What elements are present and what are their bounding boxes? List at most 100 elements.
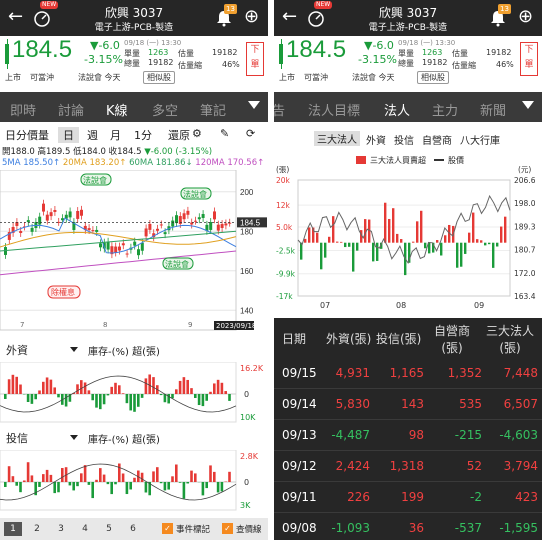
tab-menu-icon[interactable] [522, 101, 534, 109]
axis-top: 16.2K [240, 364, 264, 373]
header-bar: ← NEW 欣興 3037 電子上游-PCB-製造 13 ⊕ [0, 0, 268, 36]
legend-bar-swatch [356, 156, 366, 164]
tab-news[interactable]: 新聞 [480, 100, 506, 119]
subtab-dealer[interactable]: 自營商 [422, 132, 452, 147]
add-icon[interactable]: ⊕ [244, 6, 259, 27]
period-restore[interactable]: 還原 [168, 127, 190, 143]
institutional-chart[interactable]: 20k 12k 5.0k -2.5k -9.9k -17k 206.6 198.0 189.3 1… [274, 166, 542, 316]
kline-chart[interactable]: 200184.51801601407 8 9 2023/09/18法說會法說會法說會除… [0, 170, 268, 336]
period-month[interactable]: 月 [110, 127, 121, 143]
tag-event[interactable]: 法說會 今天 [352, 72, 395, 83]
flow-bar [64, 394, 68, 407]
date-tick: 07 [320, 301, 330, 310]
tab-bullbear[interactable]: 多空 [152, 100, 178, 119]
row-dealer: 1,352 [447, 366, 482, 380]
row-foreign: 2,424 [335, 459, 370, 473]
candle-body [49, 212, 53, 217]
net-buy-bar [424, 242, 427, 249]
page-5[interactable]: 5 [100, 522, 118, 536]
price-line-label: 查價線 [236, 525, 262, 535]
net-buy-bar [376, 242, 379, 261]
price-line-checkbox[interactable]: ✓ [222, 523, 233, 534]
tag-margin: 可當沖 [30, 73, 54, 82]
order-button[interactable]: 下單 [246, 42, 264, 76]
tag-event[interactable]: 法說會 今天 [78, 72, 121, 83]
right-unit: (元) [518, 166, 531, 174]
ohlc-pct: (-3.15%) [175, 147, 213, 157]
net-buy-bar [336, 241, 339, 243]
tab-realtime[interactable]: 即時 [10, 100, 36, 119]
similar-stock-button[interactable]: 相似股 [143, 71, 175, 84]
tab-menu-icon[interactable] [248, 101, 260, 109]
net-buy-bar [356, 242, 359, 251]
subtab-foreign[interactable]: 外資 [366, 132, 386, 147]
row-trust: 36 [408, 521, 424, 535]
tab-institutional[interactable]: 法人 [384, 100, 411, 126]
period-week[interactable]: 週 [87, 127, 98, 143]
subtab-three[interactable]: 三大法人 [314, 131, 360, 146]
candle-body [224, 223, 228, 226]
flow-bar [178, 482, 182, 483]
page-2[interactable]: 2 [28, 522, 46, 536]
flow-bar [194, 394, 197, 398]
flow-bar [152, 377, 155, 394]
add-icon[interactable]: ⊕ [518, 6, 533, 27]
chevron-down-icon[interactable] [70, 435, 78, 440]
flow-bar [125, 482, 129, 495]
flow-bar [57, 394, 60, 398]
right-axis-tick: 198.0 [514, 199, 536, 208]
similar-stock-button[interactable]: 相似股 [417, 71, 449, 84]
subtab-banks[interactable]: 八大行庫 [460, 132, 500, 147]
dividend-marker-label: 除權息 [51, 287, 75, 297]
flow-bar [91, 482, 94, 499]
page-3[interactable]: 3 [52, 522, 70, 536]
candle-body [91, 230, 95, 232]
page-6[interactable]: 6 [124, 522, 142, 536]
flow-bar [19, 482, 22, 493]
tab-main-force[interactable]: 主力 [432, 100, 458, 119]
total-vol: 19182 [422, 58, 448, 67]
tab-discussion[interactable]: 討論 [58, 100, 84, 119]
period-days-vol[interactable]: 日分價量 [5, 127, 49, 143]
flow-bar [140, 394, 144, 398]
price-tick: 200 [240, 188, 254, 197]
sub2-select[interactable]: 投信 [6, 430, 28, 446]
event-mark-checkbox[interactable]: ✓ [162, 523, 173, 534]
draw-icon[interactable]: ✎ [220, 127, 229, 140]
flow-bar [125, 394, 129, 404]
net-buy-bar [304, 238, 307, 243]
net-buy-bar [324, 242, 327, 258]
tab-announce[interactable]: 告 [274, 100, 285, 119]
flow-bar [91, 394, 94, 401]
period-minute[interactable]: 1分 [134, 127, 152, 143]
tab-notes[interactable]: 筆記 [200, 100, 226, 119]
subtab-trust[interactable]: 投信 [394, 132, 414, 147]
period-day[interactable]: 日 [58, 127, 79, 143]
footer-bar: 1 2 3 4 5 6 ✓ 事件標記 ✓ 查價線 [0, 518, 268, 540]
candle-body [144, 228, 148, 237]
tab-kline[interactable]: K線 [106, 100, 128, 126]
candle-body [53, 209, 57, 212]
left-unit: (張) [276, 166, 289, 174]
candle-body [220, 224, 224, 228]
date-tick: 08 [396, 301, 406, 310]
unit-vol: 1263 [148, 48, 169, 57]
sub1-select[interactable]: 外資 [6, 342, 28, 358]
page-4[interactable]: 4 [76, 522, 94, 536]
flow-bar [216, 379, 220, 394]
settings-icon[interactable]: ⚙ [192, 127, 202, 140]
page-1[interactable]: 1 [4, 522, 22, 536]
chevron-down-icon[interactable] [70, 347, 78, 352]
candle-body [26, 220, 30, 223]
row-foreign: -4,487 [331, 428, 370, 442]
order-button[interactable]: 下單 [520, 42, 538, 76]
flow-bar [205, 394, 208, 401]
tab-target[interactable]: 法人目標 [308, 100, 360, 119]
flow-bar [30, 394, 34, 404]
flow-bar [186, 482, 189, 484]
rotate-icon[interactable]: ⟳ [246, 127, 255, 140]
candle-body [194, 220, 197, 222]
row-trust: 1,165 [389, 366, 424, 380]
table-header: 投信(張) [376, 332, 422, 346]
total-vol-label: 總量 [398, 59, 414, 68]
